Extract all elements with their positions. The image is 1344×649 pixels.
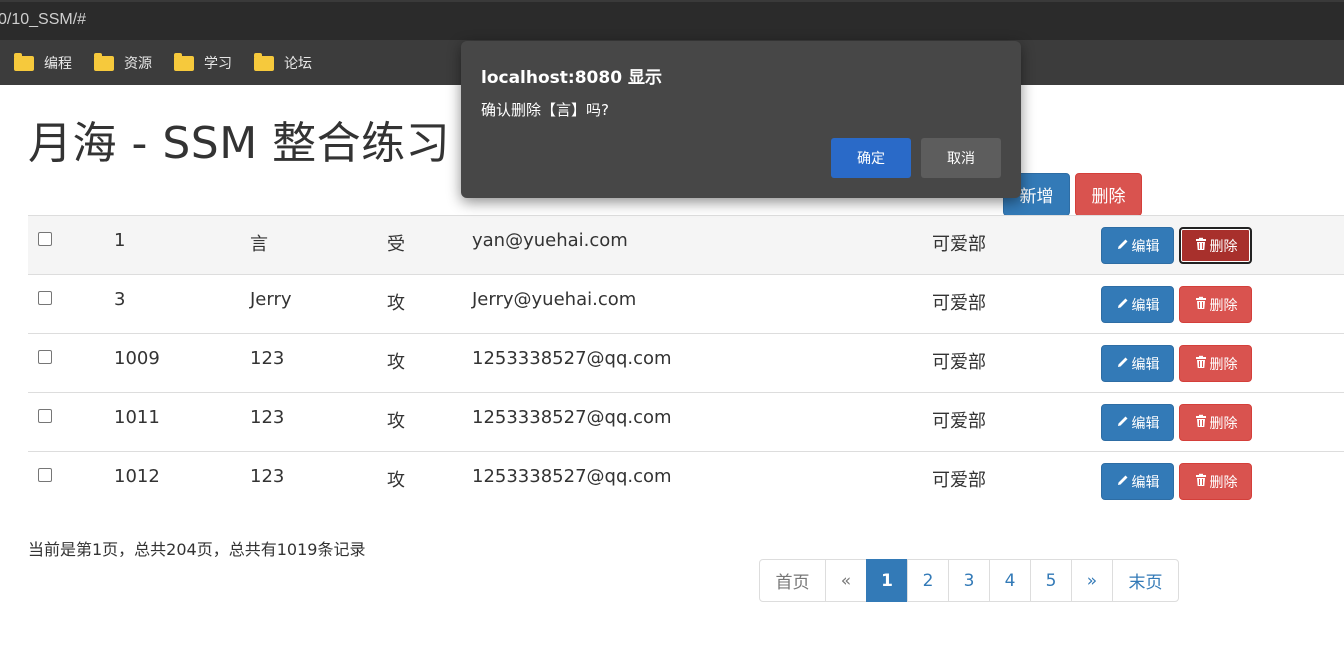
cell-name: Jerry <box>250 289 292 310</box>
cell-dept: 可爱部 <box>932 234 986 255</box>
edit-label: 编辑 <box>1131 356 1160 373</box>
pencil-icon <box>1116 237 1132 255</box>
delete-button[interactable]: 删除 <box>1179 227 1252 264</box>
page-title: 月海 - SSM 整合练习 <box>28 118 451 169</box>
delete-label: 删除 <box>1209 474 1238 491</box>
delete-button[interactable]: 删除 <box>1179 345 1252 382</box>
dialog-message: 确认删除【言】吗? <box>481 101 609 119</box>
url-text[interactable]: 0/10_SSM/# <box>0 11 86 29</box>
table-row: 1009 123 攻 1253338527@qq.com 可爱部 编辑 删除 <box>28 333 1344 392</box>
cell-gender: 攻 <box>387 411 405 432</box>
cell-name: 123 <box>250 407 285 428</box>
bookmark-label: 资源 <box>124 56 152 72</box>
row-checkbox[interactable] <box>38 232 52 246</box>
table-row: 1012 123 攻 1253338527@qq.com 可爱部 编辑 删除 <box>28 451 1344 510</box>
row-checkbox[interactable] <box>38 468 52 482</box>
delete-button[interactable]: 删除 <box>1179 286 1252 323</box>
folder-icon <box>254 52 274 71</box>
page-3-button[interactable]: 3 <box>948 559 990 602</box>
table-row: 3 Jerry 攻 Jerry@yuehai.com 可爱部 编辑 删除 <box>28 274 1344 333</box>
cell-gender: 攻 <box>387 293 405 314</box>
dialog-ok-button[interactable]: 确定 <box>831 138 911 178</box>
row-checkbox[interactable] <box>38 291 52 305</box>
edit-button[interactable]: 编辑 <box>1101 463 1174 500</box>
trash-icon <box>1194 237 1210 255</box>
trash-icon <box>1194 473 1210 491</box>
edit-button[interactable]: 编辑 <box>1101 227 1174 264</box>
row-checkbox[interactable] <box>38 350 52 364</box>
folder-icon <box>174 52 194 71</box>
trash-icon <box>1194 414 1210 432</box>
edit-label: 编辑 <box>1131 297 1160 314</box>
bookmark-folder-forum[interactable]: 论坛 <box>254 52 312 73</box>
first-page-button[interactable]: 首页 <box>759 559 826 602</box>
edit-label: 编辑 <box>1131 474 1160 491</box>
table-row: 1 言 受 yan@yuehai.com 可爱部 编辑 删除 <box>28 215 1344 274</box>
bulk-delete-button[interactable]: 删除 <box>1075 173 1142 216</box>
prev-page-button[interactable]: « <box>825 559 867 602</box>
pencil-icon <box>1116 473 1132 491</box>
cell-dept: 可爱部 <box>932 411 986 432</box>
cell-id: 1011 <box>114 407 160 428</box>
pencil-icon <box>1116 296 1132 314</box>
cell-dept: 可爱部 <box>932 293 986 314</box>
cell-id: 1012 <box>114 466 160 487</box>
dialog-cancel-button[interactable]: 取消 <box>921 138 1001 178</box>
pencil-icon <box>1116 414 1132 432</box>
page-2-button[interactable]: 2 <box>907 559 949 602</box>
cell-gender: 攻 <box>387 352 405 373</box>
last-page-button[interactable]: 末页 <box>1112 559 1179 602</box>
cell-id: 1 <box>114 230 126 251</box>
cell-dept: 可爱部 <box>932 352 986 373</box>
dialog-title: localhost:8080 显示 <box>481 68 662 88</box>
pencil-icon <box>1116 355 1132 373</box>
browser-url-bar[interactable]: 0/10_SSM/# <box>0 0 1344 40</box>
edit-button[interactable]: 编辑 <box>1101 286 1174 323</box>
page-5-button[interactable]: 5 <box>1030 559 1072 602</box>
cell-name: 言 <box>250 234 268 255</box>
delete-label: 删除 <box>1209 297 1238 314</box>
cell-id: 1009 <box>114 348 160 369</box>
cell-id: 3 <box>114 289 126 310</box>
page-info: 当前是第1页，总共204页，总共有1019条记录 <box>28 540 366 559</box>
cell-dept: 可爱部 <box>932 470 986 491</box>
folder-icon <box>14 52 34 71</box>
delete-label: 删除 <box>1209 415 1238 432</box>
page-1-button[interactable]: 1 <box>866 559 908 602</box>
delete-button[interactable]: 删除 <box>1179 463 1252 500</box>
table-row: 1011 123 攻 1253338527@qq.com 可爱部 编辑 删除 <box>28 392 1344 451</box>
bookmark-folder-study[interactable]: 学习 <box>174 52 232 73</box>
bookmark-folder-coding[interactable]: 编程 <box>14 52 72 73</box>
trash-icon <box>1194 296 1210 314</box>
cell-email: 1253338527@qq.com <box>472 466 672 487</box>
delete-label: 删除 <box>1209 238 1238 255</box>
cell-email: yan@yuehai.com <box>472 230 628 251</box>
cell-email: 1253338527@qq.com <box>472 407 672 428</box>
edit-button[interactable]: 编辑 <box>1101 404 1174 441</box>
delete-label: 删除 <box>1209 356 1238 373</box>
edit-button[interactable]: 编辑 <box>1101 345 1174 382</box>
folder-icon <box>94 52 114 71</box>
row-checkbox[interactable] <box>38 409 52 423</box>
pagination: 首页 « 1 2 3 4 5 » 末页 <box>759 559 1179 602</box>
cell-name: 123 <box>250 348 285 369</box>
edit-label: 编辑 <box>1131 238 1160 255</box>
page-4-button[interactable]: 4 <box>989 559 1031 602</box>
trash-icon <box>1194 355 1210 373</box>
bookmark-label: 论坛 <box>284 56 312 72</box>
edit-label: 编辑 <box>1131 415 1160 432</box>
bookmark-label: 学习 <box>204 56 232 72</box>
cell-gender: 受 <box>387 234 405 255</box>
cell-email: Jerry@yuehai.com <box>472 289 637 310</box>
confirm-dialog: localhost:8080 显示 确认删除【言】吗? 确定 取消 <box>461 41 1021 198</box>
bookmark-label: 编程 <box>44 56 72 72</box>
cell-email: 1253338527@qq.com <box>472 348 672 369</box>
next-page-button[interactable]: » <box>1071 559 1113 602</box>
delete-button[interactable]: 删除 <box>1179 404 1252 441</box>
cell-name: 123 <box>250 466 285 487</box>
cell-gender: 攻 <box>387 470 405 491</box>
bookmark-folder-resources[interactable]: 资源 <box>94 52 152 73</box>
